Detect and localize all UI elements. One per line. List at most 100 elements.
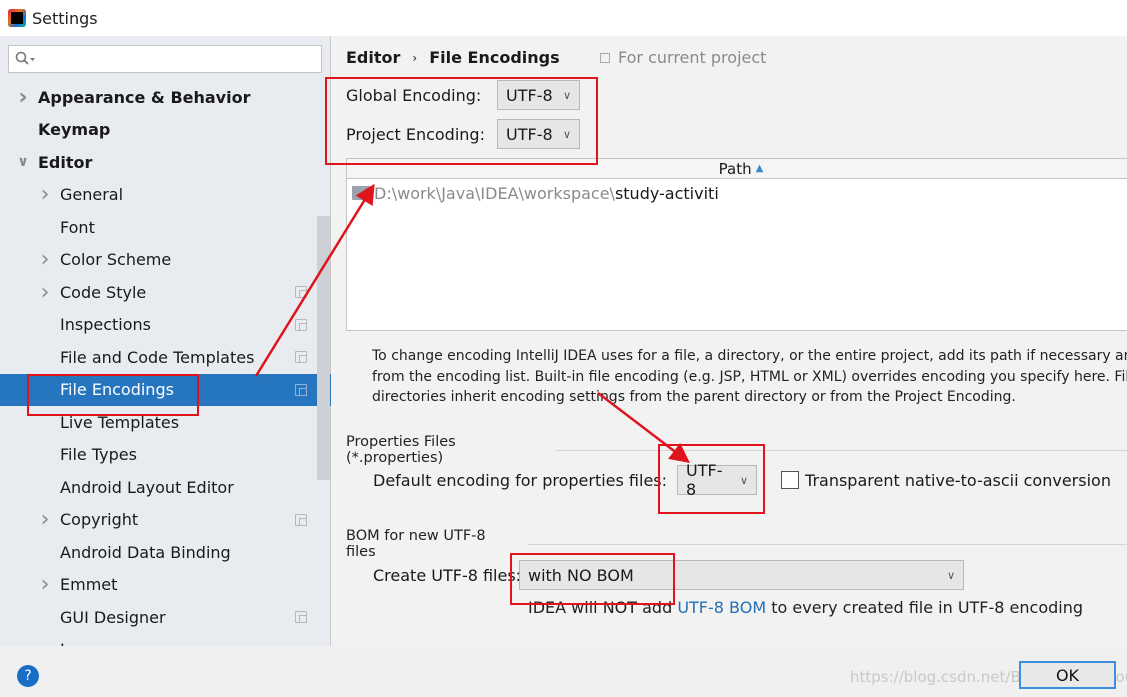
global-encoding-row: Global Encoding: UTF-8 ∨ xyxy=(346,80,580,110)
sidebar-item-label: Copyright xyxy=(60,510,139,530)
sidebar-item-copyright[interactable]: › Copyright xyxy=(0,504,317,537)
bom-group-title: BOM for new UTF-8 files xyxy=(346,528,1127,560)
project-scope-icon xyxy=(295,513,307,526)
path-encoding-table[interactable]: Path ▲ D:\work\Java\IDEA\workspace\ study… xyxy=(346,158,1127,331)
project-encoding-value: UTF-8 xyxy=(506,124,553,144)
sidebar-item-font[interactable]: Font xyxy=(0,211,317,244)
project-encoding-combo[interactable]: UTF-8 ∨ xyxy=(497,119,580,149)
settings-sidebar: › Appearance & Behavior Keymap ∨ Editor › Gene… xyxy=(0,36,331,659)
dialog-footer: ? https://blog.csdn.net/Biandan_Weiyou O… xyxy=(0,646,1127,697)
help-line: from the encoding list. Built-in file en… xyxy=(372,368,1127,385)
title-bar: Settings xyxy=(0,0,1127,36)
path-prefix: D:\work\Java\IDEA\workspace\ xyxy=(374,183,615,203)
chevron-right-icon[interactable]: › xyxy=(38,507,52,532)
folder-icon xyxy=(352,186,370,200)
intellij-app-icon xyxy=(8,9,26,27)
project-encoding-label: Project Encoding: xyxy=(346,124,485,144)
sidebar-item-label: File Encodings xyxy=(60,380,174,400)
global-encoding-label: Global Encoding: xyxy=(346,85,482,105)
breadcrumb: Editor › File Encodings xyxy=(346,48,560,67)
bom-value: with NO BOM xyxy=(528,565,634,585)
bom-note: IDEA will NOT add UTF-8 BOM to every cre… xyxy=(528,598,1083,617)
scope-label: For current project xyxy=(618,48,767,67)
properties-encoding-value: UTF-8 xyxy=(686,461,723,499)
sidebar-item-keymap[interactable]: Keymap xyxy=(0,114,317,147)
sidebar-item-general[interactable]: › General xyxy=(0,179,317,212)
sidebar-item-file-types[interactable]: File Types xyxy=(0,439,317,472)
utf8-bom-link[interactable]: UTF-8 BOM xyxy=(677,598,766,617)
create-utf8-label: Create UTF-8 files: xyxy=(373,565,519,585)
chevron-right-icon[interactable]: › xyxy=(38,572,52,597)
project-scope-icon xyxy=(295,351,307,364)
sidebar-scrollbar[interactable] xyxy=(317,216,330,480)
sidebar-item-label: Editor xyxy=(38,152,93,172)
breadcrumb-parent[interactable]: Editor xyxy=(346,48,400,67)
sidebar-item-appearance-behavior[interactable]: › Appearance & Behavior xyxy=(0,81,317,114)
sidebar-item-label: General xyxy=(60,185,124,205)
global-encoding-combo[interactable]: UTF-8 ∨ xyxy=(497,80,580,110)
search-input[interactable] xyxy=(8,45,322,73)
project-scope-icon xyxy=(295,611,307,624)
global-encoding-value: UTF-8 xyxy=(506,85,553,105)
sidebar-item-label: Emmet xyxy=(60,575,118,595)
properties-encoding-combo[interactable]: UTF-8 ∨ xyxy=(677,461,758,499)
chevron-right-icon[interactable]: › xyxy=(38,280,52,305)
bom-row: Create UTF-8 files: with NO BOM ∨ xyxy=(373,560,964,590)
sidebar-item-label: Android Layout Editor xyxy=(60,477,234,497)
chevron-down-icon: ∨ xyxy=(562,127,571,141)
sidebar-item-label: Live Templates xyxy=(60,412,180,432)
help-line: directories inherit encoding settings fr… xyxy=(372,389,1016,405)
path-name: study-activiti xyxy=(614,183,719,203)
sidebar-item-color-scheme[interactable]: › Color Scheme xyxy=(0,244,317,277)
sidebar-item-file-and-code-templates[interactable]: File and Code Templates xyxy=(0,341,317,374)
project-scope-icon xyxy=(295,286,307,299)
breadcrumb-current: File Encodings xyxy=(429,48,560,67)
properties-group-label: Properties Files (*.properties) xyxy=(346,434,456,466)
project-scope-icon xyxy=(295,383,307,396)
sidebar-item-label: Appearance & Behavior xyxy=(38,87,251,107)
sidebar-item-label: Color Scheme xyxy=(60,250,172,270)
sidebar-item-android-layout-editor[interactable]: Android Layout Editor xyxy=(0,471,317,504)
sidebar-item-live-templates[interactable]: Live Templates xyxy=(0,406,317,439)
chevron-down-icon: ∨ xyxy=(739,473,749,487)
bom-group-label: BOM for new UTF-8 files xyxy=(346,528,486,560)
sidebar-item-emmet[interactable]: › Emmet xyxy=(0,569,317,602)
sidebar-item-code-style[interactable]: › Code Style xyxy=(0,276,317,309)
search-icon xyxy=(15,51,35,65)
sidebar-item-label: Keymap xyxy=(38,120,111,140)
chevron-down-icon: ∨ xyxy=(562,88,571,102)
table-row[interactable]: D:\work\Java\IDEA\workspace\ study-activ… xyxy=(347,179,1127,207)
properties-group-title: Properties Files (*.properties) xyxy=(346,434,1127,466)
bom-combo[interactable]: with NO BOM ∨ xyxy=(519,560,964,590)
chevron-right-icon[interactable]: › xyxy=(38,182,52,207)
group-divider xyxy=(527,543,1127,545)
scope-indicator: For current project xyxy=(600,48,766,67)
sidebar-item-gui-designer[interactable]: GUI Designer xyxy=(0,601,317,634)
help-button[interactable]: ? xyxy=(17,665,39,687)
project-encoding-row: Project Encoding: UTF-8 ∨ xyxy=(346,119,580,149)
ok-button[interactable]: OK xyxy=(1019,661,1116,689)
sidebar-item-android-data-binding[interactable]: Android Data Binding xyxy=(0,536,317,569)
chevron-right-icon[interactable]: › xyxy=(16,85,30,110)
project-scope-icon xyxy=(600,52,610,63)
sidebar-item-editor[interactable]: ∨ Editor xyxy=(0,146,317,179)
properties-encoding-label: Default encoding for properties files: xyxy=(373,470,668,490)
breadcrumb-separator: › xyxy=(412,50,418,65)
bom-note-prefix: IDEA will NOT add xyxy=(528,598,678,617)
sidebar-item-inspections[interactable]: Inspections xyxy=(0,309,317,342)
sidebar-item-label: Inspections xyxy=(60,315,151,335)
file-encodings-panel: Editor › File Encodings For current proj… xyxy=(332,36,1127,646)
help-line: To change encoding IntelliJ IDEA uses fo… xyxy=(372,348,1127,364)
path-column-header[interactable]: Path ▲ xyxy=(347,159,1127,179)
bom-note-suffix: to every created file in UTF-8 encoding xyxy=(766,598,1084,617)
sidebar-item-file-encodings[interactable]: File Encodings xyxy=(0,373,331,406)
transparent-conversion-checkbox[interactable] xyxy=(781,471,800,489)
window-title: Settings xyxy=(32,8,98,28)
chevron-down-icon: ∨ xyxy=(946,568,955,582)
help-text: To change encoding IntelliJ IDEA uses fo… xyxy=(372,346,1127,408)
chevron-down-icon[interactable]: ∨ xyxy=(16,154,30,170)
project-scope-icon xyxy=(295,318,307,331)
chevron-right-icon[interactable]: › xyxy=(38,247,52,272)
sidebar-item-label: Android Data Binding xyxy=(60,542,231,562)
transparent-conversion-label[interactable]: Transparent native-to-ascii conversion xyxy=(805,471,1111,490)
